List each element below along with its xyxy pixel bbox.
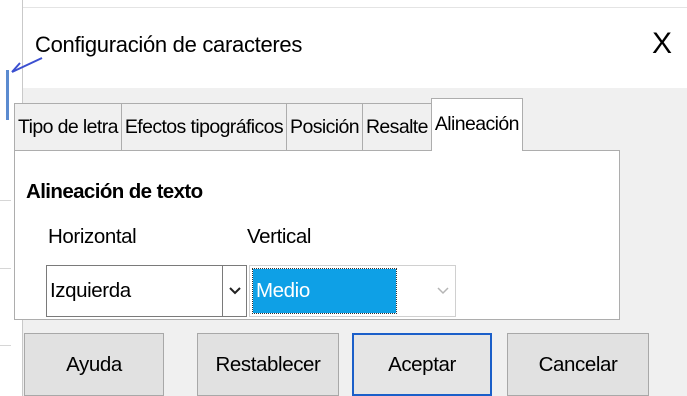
chevron-down-icon[interactable]: [222, 266, 246, 316]
vertical-label: Vertical: [247, 225, 312, 248]
ok-button[interactable]: Aceptar: [352, 333, 492, 396]
horizontal-select[interactable]: Izquierda: [46, 265, 247, 317]
tab-font-effects[interactable]: Efectos tipográficos: [120, 103, 288, 150]
tab-position[interactable]: Posición: [286, 103, 363, 150]
tab-bar: Tipo de letra Efectos tipográficos Posic…: [14, 98, 523, 151]
horizontal-label: Horizontal: [48, 225, 137, 248]
chevron-down-icon[interactable]: [431, 266, 455, 316]
background-divider: [0, 268, 11, 269]
tab-font[interactable]: Tipo de letra: [14, 103, 122, 150]
vertical-select[interactable]: Medio: [249, 265, 456, 317]
title-bar-edge: [23, 7, 687, 8]
tab-highlighting[interactable]: Resalte: [361, 103, 432, 150]
reset-button[interactable]: Restablecer: [197, 333, 339, 396]
section-title: Alineación de texto: [26, 180, 203, 203]
vertical-select-value: Medio: [256, 279, 310, 302]
background-selection-marker: [6, 70, 9, 120]
pen-cursor-icon: [11, 57, 43, 73]
close-icon[interactable]: X: [644, 24, 680, 64]
background-divider: [0, 345, 11, 346]
background-divider: [0, 200, 11, 201]
cancel-button[interactable]: Cancelar: [507, 333, 649, 396]
help-button[interactable]: Ayuda: [24, 333, 164, 396]
tab-alignment[interactable]: Alineación: [430, 98, 523, 151]
horizontal-select-value: Izquierda: [50, 279, 131, 302]
dialog-title: Configuración de caracteres: [35, 32, 303, 57]
